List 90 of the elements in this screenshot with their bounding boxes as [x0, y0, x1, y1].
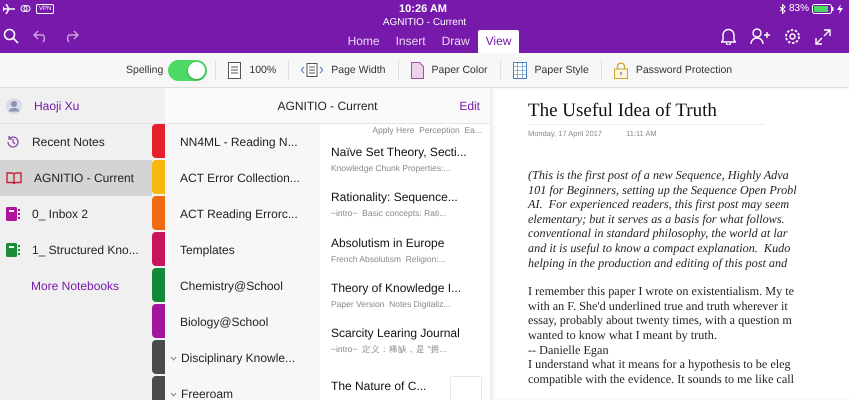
toolbar-button[interactable]: 100% — [224, 60, 280, 80]
window-title: AGNITIO - Current — [382, 17, 468, 30]
page-title: Absolutism in Europe — [331, 236, 446, 250]
notebook-item[interactable]: AGNITIO - Current — [0, 160, 152, 196]
add-person-icon[interactable] — [750, 28, 770, 45]
page-preview: Apply Here Perception Ea... — [372, 125, 482, 135]
bell-icon[interactable] — [721, 28, 736, 45]
ribbon-tab[interactable]: View — [478, 30, 520, 53]
notebook-item[interactable]: Recent Notes — [0, 124, 152, 160]
section-color-tab[interactable] — [152, 340, 165, 374]
battery-percent: 83% — [788, 3, 809, 14]
section-color-tab[interactable] — [152, 304, 165, 338]
note-text-line: I understand what it means for a hypothesis to be eleg — [528, 357, 791, 372]
page-item[interactable]: Scarcity Learing Journal ~intro~ 定义：稀缺，是 "拥... — [320, 318, 490, 364]
lock-icon — [614, 62, 628, 78]
grid-page-icon — [512, 62, 527, 78]
section-item[interactable]: NN4ML - Reading N... — [165, 124, 320, 160]
toolbar-button[interactable]: Page Width — [297, 61, 390, 79]
ribbon-tab[interactable]: Home — [340, 30, 388, 53]
section-color-tab[interactable] — [152, 160, 165, 194]
account-name[interactable]: Haoji Xu — [34, 98, 80, 112]
note-text-line: conventional in standard philosophy, the world at lar — [528, 226, 788, 241]
page-preview: Paper Version Notes Digitaliz... — [331, 299, 452, 310]
page-preview: ~intro~ Basic concepts: Rati... — [331, 208, 448, 218]
page-item[interactable]: Apply Here Perception Ea... — [320, 124, 490, 136]
note-text-line: AI. For experienced readers, this first post may seem — [528, 197, 790, 212]
settings-icon[interactable] — [784, 28, 801, 45]
notebook-item[interactable]: 0_ Inbox 2 — [0, 196, 152, 232]
page-color-icon — [410, 62, 424, 78]
avatar-icon — [6, 98, 22, 114]
page-preview: Knowledge Chunk Properties:... — [331, 162, 452, 173]
toolbar-button[interactable]: Paper Color — [406, 60, 492, 80]
chevron-icon — [170, 392, 177, 396]
page-title: Theory of Knowledge I... — [331, 281, 462, 296]
bluetooth-icon — [780, 4, 786, 14]
edit-button[interactable]: Edit — [459, 98, 480, 112]
page-icon — [228, 62, 242, 78]
page-item[interactable]: Absolutism in Europe French Absolutism Religion:... — [320, 227, 490, 272]
ribbon-tab[interactable]: Draw — [434, 30, 478, 53]
ribbon-tab[interactable]: Insert — [388, 30, 434, 53]
section-color-tab[interactable] — [152, 268, 165, 302]
toolbar-button[interactable]: Paper Style — [508, 60, 593, 80]
section-item[interactable]: Biology@School — [165, 304, 320, 340]
note-text-line: compatible with the evidence. It sounds to me like call — [528, 372, 794, 386]
page-item[interactable]: Naïve Set Theory, Secti... Knowledge Chunk Properties:... — [320, 136, 490, 182]
section-item[interactable]: ACT Reading Errorc... — [165, 196, 320, 232]
section-color-tab[interactable] — [152, 232, 165, 266]
page-title: The Nature of C... — [331, 379, 426, 394]
note-text-line: elementary; but it serves as a basis for what follows. — [528, 212, 785, 226]
chevron-icon — [170, 356, 177, 360]
link-icon — [20, 4, 31, 13]
spelling-toggle[interactable] — [168, 60, 208, 80]
note-text-line: essay, probably about twenty times, with a question m — [528, 313, 792, 328]
note-text-line: helping in the production and editing of this post and — [528, 256, 788, 270]
note-title: The Useful Idea of Truth — [528, 100, 765, 125]
note-text-line: (This is the first post of a new Sequence, Highly Adva — [528, 168, 789, 183]
page-item[interactable]: Rationality: Sequence... ~intro~ Basic concepts: Rati... — [320, 182, 490, 227]
notebook-item[interactable]: 1_ Structured Kno... — [0, 232, 152, 268]
airplane-icon — [3, 4, 15, 14]
section-item[interactable]: Freeroam — [165, 376, 320, 400]
section-item[interactable]: Disciplinary Knowle... — [165, 340, 320, 376]
section-item[interactable]: Chemistry@School — [165, 268, 320, 304]
section-item[interactable]: ACT Error Collection... — [165, 160, 320, 196]
page-title: Naïve Set Theory, Secti... — [331, 144, 467, 159]
section-color-tab[interactable] — [152, 196, 165, 230]
note-text-line: with an F. She'd underlined true and truth wherever it — [528, 298, 788, 314]
note-text-line: I remember this paper I wrote on existentialism. My te — [528, 284, 794, 299]
more-notebooks-link[interactable]: More Notebooks — [0, 268, 120, 304]
page-title: Scarcity Learing Journal — [331, 326, 460, 340]
search-icon[interactable] — [3, 28, 19, 44]
note-text-line: and it is useful to know a compact explanation. Kudo — [528, 240, 790, 256]
note-text-line: wanted to know what I meant by truth. — [528, 328, 717, 343]
section-color-tab[interactable] — [152, 124, 165, 158]
notebook-title: AGNITIO - Current — [277, 98, 378, 112]
page-item[interactable]: The Nature of C... — [320, 364, 490, 400]
expand-icon[interactable] — [815, 28, 831, 44]
clock-time: 10:26 AM — [399, 2, 447, 14]
note-text-line: -- Danielle Egan — [528, 342, 609, 358]
section-item[interactable]: Templates — [165, 232, 320, 268]
page-preview: ~intro~ 定义：稀缺，是 "拥... — [331, 344, 448, 356]
spelling-label: Spelling — [126, 64, 164, 76]
page-preview: French Absolutism Religion:... — [331, 254, 446, 264]
charging-icon — [836, 4, 843, 14]
toolbar-button[interactable]: Password Protection — [610, 60, 736, 80]
note-text-line: 101 for Beginners, setting up the Sequence Open Probl — [528, 182, 797, 198]
section-color-tab[interactable] — [152, 376, 165, 400]
page-title: Rationality: Sequence... — [331, 190, 458, 204]
page-item[interactable]: Theory of Knowledge I... Paper Version Notes Digitaliz... — [320, 272, 490, 318]
battery-icon — [812, 4, 834, 14]
page-width-icon — [301, 63, 324, 77]
